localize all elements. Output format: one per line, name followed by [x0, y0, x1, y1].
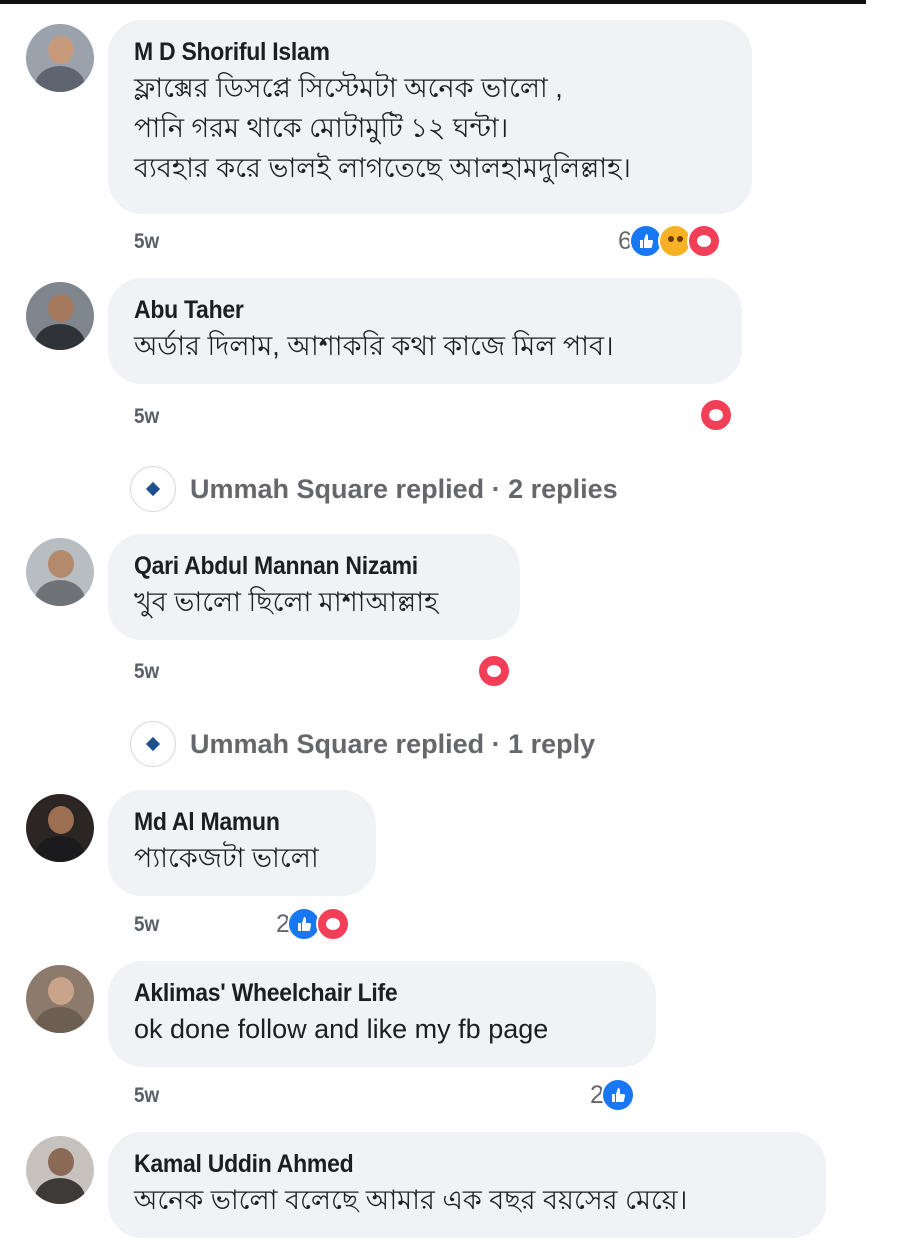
top-divider [0, 0, 866, 4]
comment-text-line: ফ্লাক্সের ডিসপ্লে সিস্টেমটা অনেক ভালো , [134, 73, 563, 103]
avatar[interactable] [26, 282, 94, 350]
comment-timestamp[interactable]: 5w [134, 230, 159, 254]
comment-author[interactable]: M D Shoriful Islam [134, 36, 679, 68]
love-icon [477, 654, 511, 688]
comment-author[interactable]: Kamal Uddin Ahmed [134, 1148, 747, 1180]
comment-timestamp[interactable]: 5w [134, 405, 159, 429]
comment-bubble: M D Shoriful Islam ফ্লাক্সের ডিসপ্লে সিস… [108, 20, 752, 214]
comment-author[interactable]: Aklimas' Wheelchair Life [134, 977, 590, 1009]
reaction-summary[interactable] [699, 398, 733, 432]
page-logo-icon [130, 721, 176, 767]
avatar[interactable] [26, 794, 94, 862]
reaction-summary[interactable]: 2 [590, 1078, 635, 1112]
avatar[interactable] [26, 24, 94, 92]
reaction-summary[interactable] [477, 654, 511, 688]
view-replies-link[interactable]: Ummah Square replied · 1 reply [130, 721, 595, 767]
love-icon [699, 398, 733, 432]
love-icon [686, 224, 721, 258]
comment-text-line: খুব ভালো ছিলো মাশাআল্লাহ [134, 587, 439, 617]
like-icon [600, 1078, 635, 1112]
avatar[interactable] [26, 1136, 94, 1204]
view-replies-link[interactable]: Ummah Square replied · 2 replies [130, 466, 618, 512]
comment-bubble: Md Al Mamun প্যাকেজটা ভালো [108, 790, 376, 896]
comment-timestamp[interactable]: 5w [134, 660, 159, 684]
avatar[interactable] [26, 965, 94, 1033]
replies-summary[interactable]: Ummah Square replied · 2 replies [190, 474, 618, 505]
reaction-summary[interactable]: 6 [618, 224, 721, 258]
comment-author[interactable]: Md Al Mamun [134, 806, 333, 838]
love-icon [315, 907, 350, 941]
comment-author[interactable]: Abu Taher [134, 294, 669, 326]
comment-text-line: ok done follow and like my fb page [134, 1014, 549, 1044]
comment-text-line: ব্যবহার করে ভালই লাগতেছে আলহামদুলিল্লাহ। [134, 153, 631, 183]
comment-bubble: Aklimas' Wheelchair Life ok done follow … [108, 961, 656, 1067]
comment-text-line: পানি গরম থাকে মোটামুটি ১২ ঘন্টা। [134, 113, 509, 143]
reaction-summary[interactable]: 2 [276, 907, 350, 941]
comment-text-line: অনেক ভালো বলেছে আমার এক বছর বয়সের মেয়ে… [134, 1185, 688, 1215]
comment-bubble: Qari Abdul Mannan Nizami খুব ভালো ছিলো ম… [108, 534, 520, 640]
comment-bubble: Abu Taher অর্ডার দিলাম, আশাকরি কথা কাজে … [108, 278, 742, 384]
comment-bubble: Kamal Uddin Ahmed অনেক ভালো বলেছে আমার এ… [108, 1132, 826, 1238]
replies-summary[interactable]: Ummah Square replied · 1 reply [190, 729, 595, 760]
page-logo-icon [130, 466, 176, 512]
comment-text-line: অর্ডার দিলাম, আশাকরি কথা কাজে মিল পাব। [134, 331, 614, 361]
comment-timestamp[interactable]: 5w [134, 913, 159, 937]
comment-author[interactable]: Qari Abdul Mannan Nizami [134, 550, 465, 582]
avatar[interactable] [26, 538, 94, 606]
comment-timestamp[interactable]: 5w [134, 1084, 159, 1108]
comment-text-line: প্যাকেজটা ভালো [134, 843, 319, 873]
